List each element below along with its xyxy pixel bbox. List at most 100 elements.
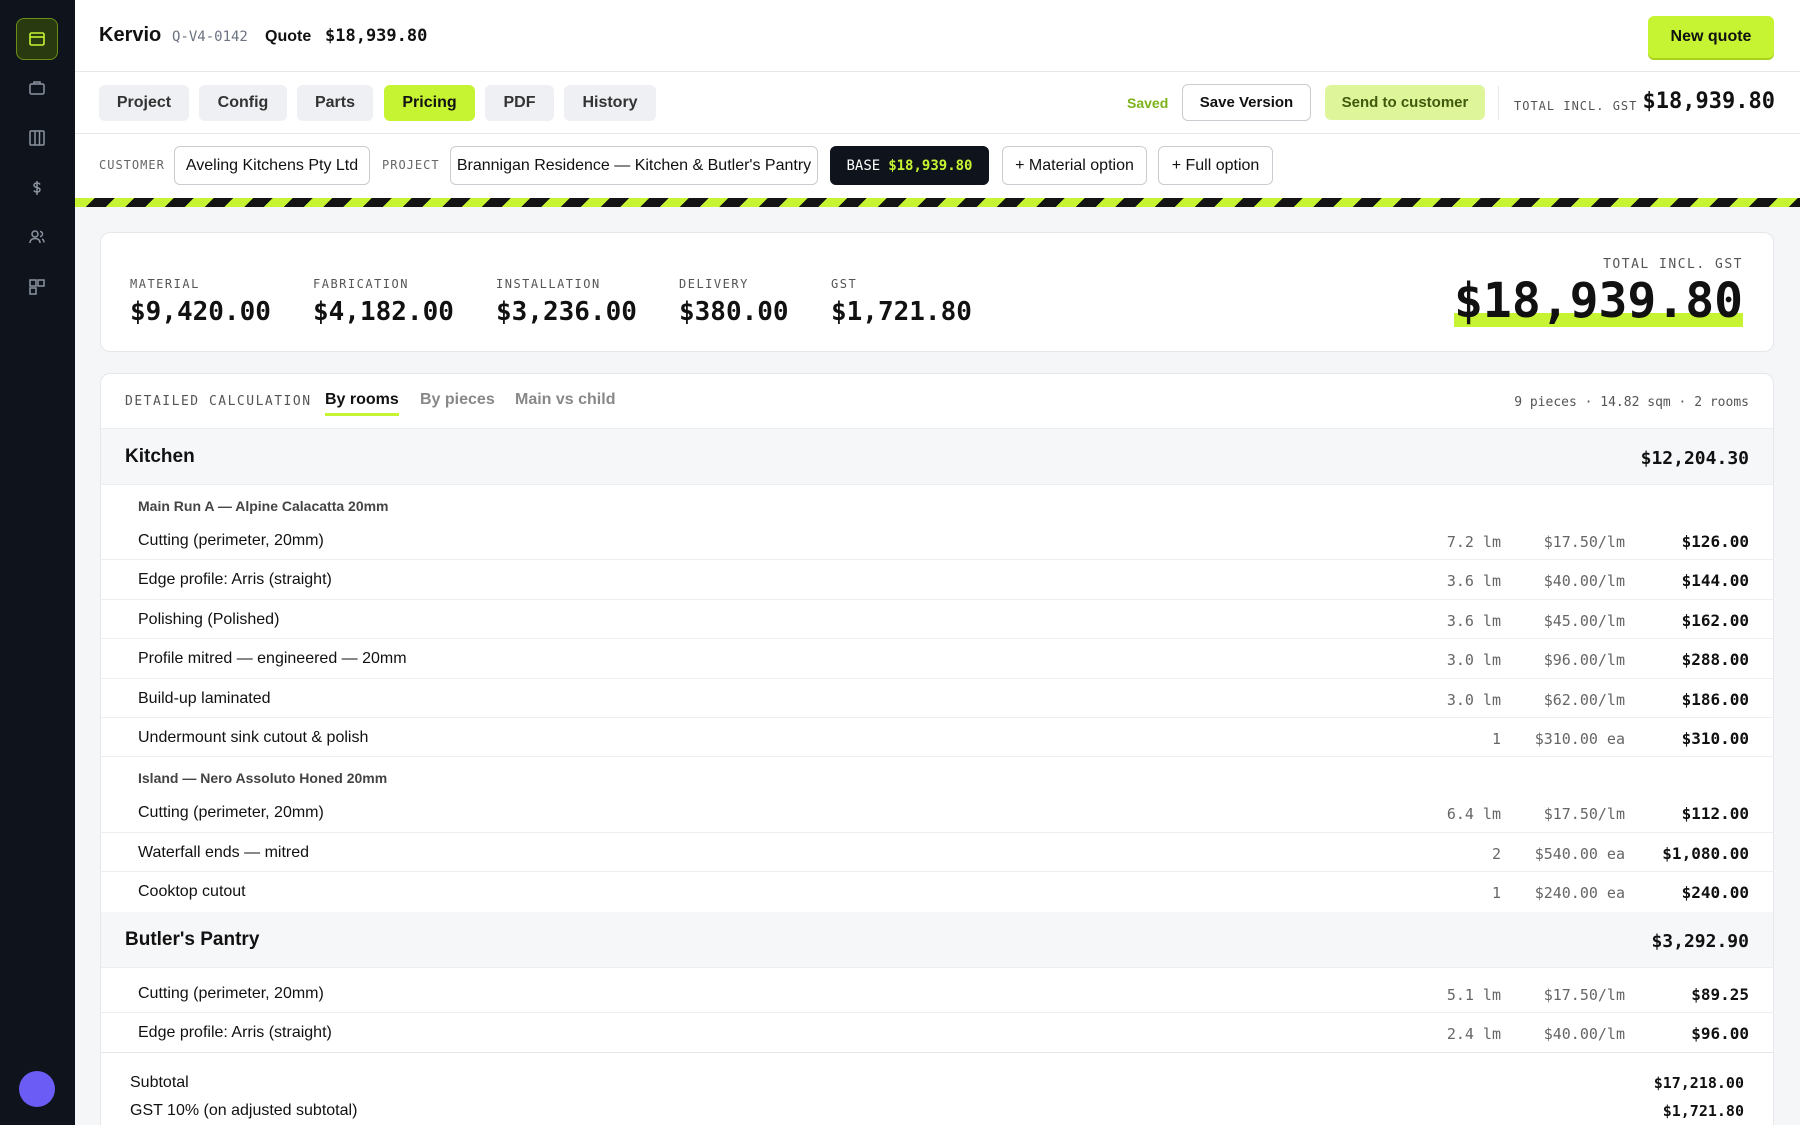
- add-material-option-button[interactable]: + Material option: [1002, 146, 1147, 185]
- metric-fabrication: FABRICATION $4,182.00: [313, 277, 454, 327]
- hazard-stripe: [75, 198, 1800, 207]
- base-amount: $18,939.80: [888, 157, 973, 174]
- send-to-customer-button[interactable]: Send to customer: [1325, 85, 1485, 120]
- tab-pdf[interactable]: PDF: [485, 85, 554, 121]
- total-value: $18,939.80: [1642, 89, 1775, 114]
- piece-group-header: Main Run A — Alpine Calacatta 20mm: [101, 485, 1773, 521]
- line-item-qty: 2: [1491, 844, 1501, 863]
- avatar[interactable]: [19, 1071, 55, 1107]
- project-select[interactable]: Brannigan Residence — Kitchen & Butler's…: [450, 146, 818, 185]
- line-item-row: Edge profile: Arris (straight) 3.6 lm $40.…: [101, 560, 1773, 600]
- line-item-name: Edge profile: Arris (straight): [138, 571, 332, 589]
- metric-material: MATERIAL $9,420.00: [130, 277, 271, 327]
- gst-label: GST 10% (on adjusted subtotal): [130, 1102, 358, 1120]
- room-header[interactable]: Butler's Pantry $3,292.90: [101, 911, 1773, 968]
- users-icon: [29, 230, 45, 244]
- line-item-amount: $288.00: [1681, 650, 1749, 670]
- widgets-icon: [29, 279, 45, 295]
- tab-parts[interactable]: Parts: [297, 85, 373, 121]
- customer-select[interactable]: Aveling Kitchens Pty Ltd: [174, 146, 370, 185]
- line-item-row: Cutting (perimeter, 20mm) 7.2 lm $17.50/lm…: [101, 521, 1773, 561]
- sidebar-customers-button[interactable]: [16, 216, 58, 258]
- quote-icon: [29, 32, 45, 46]
- line-item-name: Polishing (Polished): [138, 610, 280, 628]
- metric-label: DELIVERY: [679, 277, 749, 291]
- metric-label: INSTALLATION: [496, 277, 601, 291]
- line-item-row: Build-up laminated 3.0 lm $62.00/lm $186.00: [101, 679, 1773, 718]
- gst-value: $1,721.80: [1662, 1102, 1744, 1121]
- subtotal-row: Subtotal $17,218.00: [130, 1074, 1744, 1092]
- columns-icon: [29, 130, 45, 146]
- metric-installation: INSTALLATION $3,236.00: [496, 277, 637, 327]
- metric-label: GST: [831, 277, 858, 291]
- top-bar: Kervio Q-V4-0142 Quote $18,939.80 New qu…: [75, 0, 1800, 72]
- line-item-name: Cooktop cutout: [138, 883, 246, 901]
- new-quote-button[interactable]: New quote: [1648, 16, 1774, 58]
- tab-pricing[interactable]: Pricing: [384, 85, 475, 121]
- room-header[interactable]: Kitchen $12,204.30: [101, 429, 1773, 485]
- sidebar: [0, 0, 75, 1125]
- line-item-amount: $186.00: [1681, 689, 1749, 709]
- divider: [1498, 86, 1499, 120]
- room-name: Butler's Pantry: [125, 928, 260, 950]
- save-version-button[interactable]: Save Version: [1182, 84, 1311, 121]
- tab-config[interactable]: Config: [199, 85, 287, 121]
- metric-value: $9,420.00: [130, 297, 271, 327]
- line-item-amount: $89.25: [1691, 984, 1749, 1004]
- metric-value: $3,236.00: [496, 297, 637, 327]
- metric-value: $4,182.00: [313, 297, 454, 327]
- line-item-amount: $240.00: [1681, 883, 1749, 903]
- line-item-qty: 5.1 lm: [1446, 985, 1501, 1004]
- metric-delivery: DELIVERY $380.00: [679, 277, 789, 327]
- tab-history[interactable]: History: [564, 85, 656, 121]
- piece-group-name: Island — Nero Assoluto Honed 20mm: [138, 770, 388, 787]
- line-item-qty: 1: [1491, 884, 1501, 903]
- line-item-amount: $310.00: [1681, 728, 1749, 748]
- line-item-qty: 3.0 lm: [1446, 651, 1501, 670]
- sidebar-quotes-button[interactable]: [16, 18, 58, 60]
- view-main-vs-child[interactable]: Main vs child: [515, 391, 615, 413]
- quote-amount: $18,939.80: [325, 26, 428, 46]
- subtotal-value: $17,218.00: [1653, 1074, 1744, 1093]
- view-by-pieces[interactable]: By pieces: [420, 391, 495, 413]
- line-item-name: Build-up laminated: [138, 689, 271, 707]
- total-label: TOTAL INCL. GST: [1514, 99, 1638, 113]
- view-by-rooms[interactable]: By rooms: [325, 391, 399, 416]
- metric-value: $1,721.80: [831, 297, 972, 327]
- line-item-row: Cutting (perimeter, 20mm) 6.4 lm $17.50/lm…: [101, 793, 1773, 833]
- line-item-row: Polishing (Polished) 3.6 lm $45.00/lm $162.…: [101, 600, 1773, 640]
- sidebar-settings-button[interactable]: [16, 266, 58, 308]
- briefcase-icon: [29, 81, 45, 95]
- room-total: $3,292.90: [1651, 930, 1749, 952]
- tab-bar: Project Config Parts Pricing PDF History…: [75, 72, 1800, 134]
- detail-header: DETAILED CALCULATION By rooms By pieces …: [101, 374, 1773, 429]
- add-full-option-button[interactable]: + Full option: [1158, 146, 1273, 185]
- sidebar-layout-button[interactable]: [16, 117, 58, 159]
- detailed-calculation-card: DETAILED CALCULATION By rooms By pieces …: [100, 373, 1774, 1125]
- line-item-amount: $162.00: [1681, 610, 1749, 630]
- metric-gst: GST $1,721.80: [831, 277, 972, 327]
- totals-section: Subtotal $17,218.00 GST 10% (on adjusted…: [101, 1052, 1773, 1125]
- gst-row: GST 10% (on adjusted subtotal) $1,721.80: [130, 1102, 1744, 1120]
- tab-project[interactable]: Project: [99, 85, 189, 121]
- line-item-rate: $40.00/lm: [1543, 572, 1625, 591]
- project-label: PROJECT: [382, 158, 440, 172]
- metric-label: FABRICATION: [313, 277, 409, 291]
- line-item-name: Undermount sink cutout & polish: [138, 728, 369, 746]
- line-item-name: Profile mitred — engineered — 20mm: [138, 650, 407, 668]
- line-item-qty: 6.4 lm: [1446, 805, 1501, 824]
- line-item-qty: 7.2 lm: [1446, 533, 1501, 551]
- sidebar-jobs-button[interactable]: [16, 67, 58, 109]
- summary-card: MATERIAL $9,420.00 FABRICATION $4,182.00…: [100, 232, 1774, 352]
- sidebar-pricing-button[interactable]: [16, 167, 58, 209]
- line-item-amount: $126.00: [1681, 532, 1749, 551]
- detail-label: DETAILED CALCULATION: [125, 394, 312, 409]
- line-item-qty: 3.6 lm: [1446, 611, 1501, 630]
- line-item-name: Cutting (perimeter, 20mm): [138, 984, 324, 1002]
- base-option-chip[interactable]: BASE $18,939.80: [830, 146, 989, 185]
- line-item-row: Profile mitred — engineered — 20mm 3.0 lm…: [101, 639, 1773, 679]
- brand-name: Kervio: [99, 24, 162, 46]
- saved-status: Saved: [1127, 95, 1169, 111]
- grand-total-label: TOTAL INCL. GST: [1603, 257, 1743, 272]
- piece-group-header: Island — Nero Assoluto Honed 20mm: [101, 757, 1773, 793]
